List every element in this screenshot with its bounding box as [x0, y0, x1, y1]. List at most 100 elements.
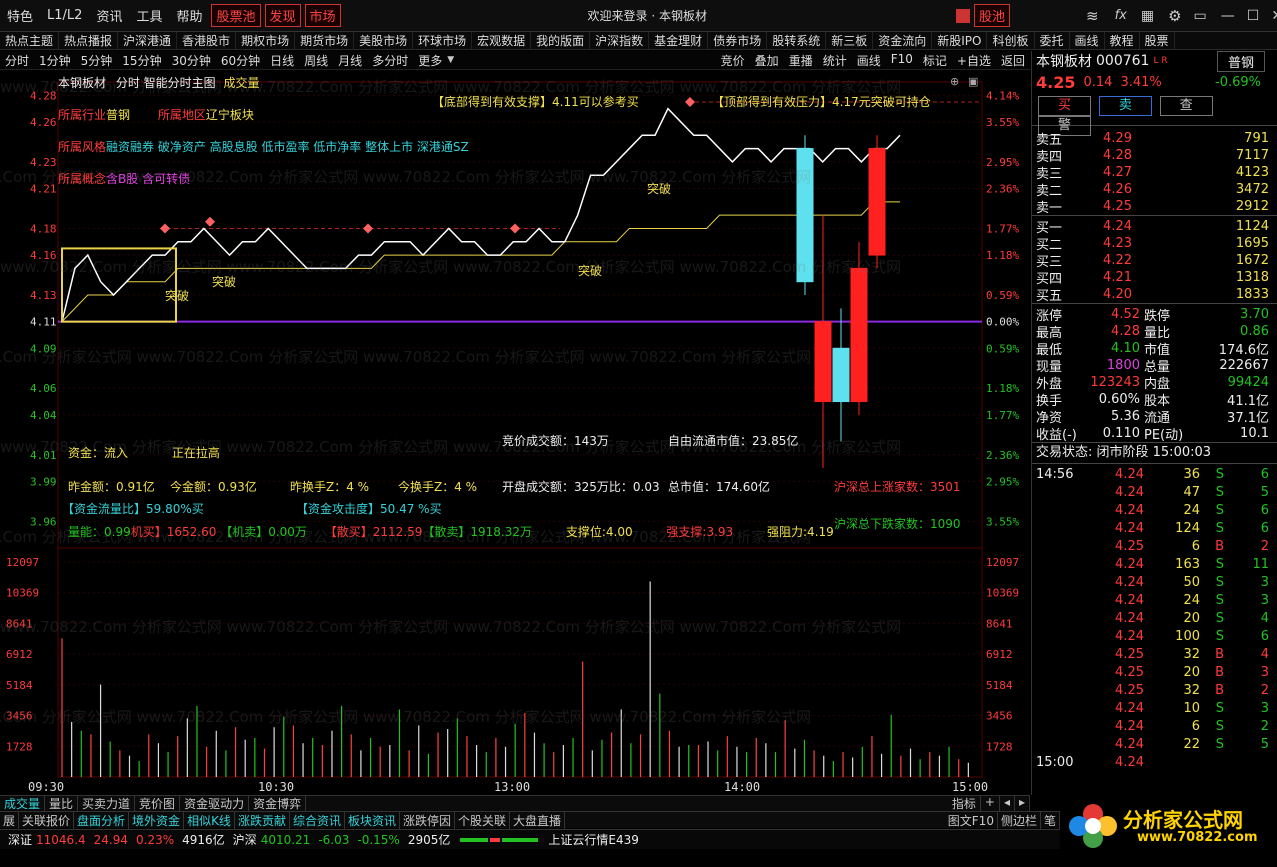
bid-row[interactable]: 买四 4.21 1318 — [1032, 269, 1277, 287]
func-expand[interactable]: 展 — [0, 811, 20, 829]
nav-ipo[interactable]: 新股IPO — [932, 32, 988, 49]
func-similar-k[interactable]: 相似K线 — [184, 811, 235, 829]
tick-list[interactable]: 14:56 4.24 36 S 6 4.24 47 S 5 4.24 24 S 6 4.24 124 S 6 4.… — [1032, 464, 1277, 771]
sell-button[interactable]: 卖 — [1098, 96, 1152, 116]
stock-pool-right-button[interactable]: 股池 — [973, 4, 1010, 27]
period-60min[interactable]: 60分钟 — [216, 52, 265, 69]
nav-neeq[interactable]: 股转系统 — [767, 32, 827, 49]
tab-auction-chart[interactable]: 竞价图 — [135, 795, 181, 812]
nav-hot-topics[interactable]: 热点主题 — [0, 32, 60, 49]
nav-fund-flow[interactable]: 资金流向 — [873, 32, 933, 49]
fx-icon[interactable]: fx — [1115, 8, 1127, 23]
auction-button[interactable]: 竞价 — [716, 52, 750, 69]
nav-drawing[interactable]: 画线 — [1070, 32, 1105, 49]
ask-row[interactable]: 卖五 4.29 791 — [1032, 130, 1277, 148]
func-pen[interactable]: 笔 — [1041, 811, 1060, 829]
f10-button[interactable]: F10 — [886, 52, 918, 69]
tab-volume[interactable]: 成交量 — [0, 795, 46, 812]
market-button[interactable]: 市场 — [304, 4, 341, 27]
func-live[interactable]: 大盘直播 — [510, 811, 566, 829]
nav-tutorial[interactable]: 教程 — [1105, 32, 1140, 49]
func-related-quotes[interactable]: 关联报价 — [19, 811, 75, 829]
scroll-left-icon[interactable]: ◂ — [1000, 795, 1015, 812]
bid-row[interactable]: 买一 4.24 1124 — [1032, 218, 1277, 236]
maximize-icon[interactable]: ☐ — [1247, 8, 1260, 24]
layers-icon[interactable]: ≋ — [1086, 7, 1099, 25]
menu-item-tools[interactable]: 工具 — [129, 6, 169, 25]
bid-row[interactable]: 买五 4.20 1833 — [1032, 286, 1277, 304]
intraday-chart[interactable]: 4.28 4.14% 4.26 3.55% 4.23 2.95% 4.21 2.36% 4.18… — [0, 70, 1030, 795]
indicator-button[interactable]: 指标 — [948, 795, 981, 812]
nav-connect[interactable]: 沪深港通 — [118, 32, 178, 49]
func-stock-link[interactable]: 个股关联 — [455, 811, 511, 829]
ask-row[interactable]: 卖一 4.25 2912 — [1032, 198, 1277, 216]
chevron-down-icon[interactable]: ▼ — [447, 55, 454, 65]
nav-stocks[interactable]: 股票 — [1140, 32, 1175, 49]
quote-sector[interactable]: 普钢 — [1216, 50, 1265, 72]
collapse-icon[interactable]: ▣ — [968, 75, 978, 88]
tab-fund-drive[interactable]: 资金驱动力 — [180, 795, 250, 812]
draw-button[interactable]: 画线 — [852, 52, 886, 69]
bid-row[interactable]: 买二 4.23 1695 — [1032, 235, 1277, 253]
back-button[interactable]: 返回 — [996, 52, 1030, 69]
bid-row[interactable]: 买三 4.22 1672 — [1032, 252, 1277, 270]
nav-hot-broadcast[interactable]: 热点播报 — [59, 32, 119, 49]
func-f10[interactable]: 图文F10 — [945, 811, 998, 829]
scroll-right-icon[interactable]: ▸ — [1015, 795, 1030, 812]
nav-us[interactable]: 美股市场 — [354, 32, 414, 49]
flag-icon[interactable] — [955, 8, 970, 23]
settings-icon[interactable]: ⚙ — [1168, 7, 1181, 25]
grid-icon[interactable]: ▦ — [1141, 8, 1154, 24]
nav-futures[interactable]: 期货市场 — [295, 32, 355, 49]
nav-hk[interactable]: 香港股市 — [177, 32, 237, 49]
mark-button[interactable]: 标记 — [918, 52, 952, 69]
ask-row[interactable]: 卖四 4.28 7117 — [1032, 147, 1277, 165]
period-intraday[interactable]: 分时 — [0, 52, 34, 69]
cloud-quote[interactable]: 上证云行情E439 — [548, 831, 639, 848]
func-limit-reason[interactable]: 涨跌停因 — [400, 811, 455, 829]
sh-label[interactable]: 沪深 — [233, 831, 257, 848]
nav-star[interactable]: 科创板 — [987, 32, 1035, 49]
ask-row[interactable]: 卖二 4.26 3472 — [1032, 181, 1277, 199]
nav-indices[interactable]: 沪深指数 — [590, 32, 650, 49]
nav-my-layout[interactable]: 我的版面 — [531, 32, 591, 49]
tab-buy-sell-force[interactable]: 买卖力道 — [78, 795, 136, 812]
menu-item-features[interactable]: 特色 — [0, 6, 40, 25]
stock-pool-button[interactable]: 股票池 — [211, 4, 261, 27]
minimize-icon[interactable]: — — [1221, 8, 1235, 24]
period-more[interactable]: 更多 — [413, 52, 447, 69]
menu-item-l1l2[interactable]: L1/L2 — [40, 8, 89, 23]
nav-new-third[interactable]: 新三板 — [826, 32, 874, 49]
func-contribution[interactable]: 涨跌贡献 — [235, 811, 290, 829]
zoom-icon[interactable]: ⊕ — [950, 75, 959, 88]
func-board-analysis[interactable]: 盘面分析 — [74, 811, 130, 829]
func-sidebar[interactable]: 侧边栏 — [998, 811, 1041, 829]
nav-orders[interactable]: 委托 — [1035, 32, 1070, 49]
add-watchlist-button[interactable]: +自选 — [952, 52, 996, 69]
nav-funds[interactable]: 基金理财 — [649, 32, 709, 49]
login-notice[interactable]: 欢迎来登录 · 本钢板材 — [581, 7, 714, 24]
nav-macro[interactable]: 宏观数据 — [472, 32, 532, 49]
add-indicator-button[interactable]: + — [981, 795, 1000, 812]
menu-item-news[interactable]: 资讯 — [89, 6, 129, 25]
ask-row[interactable]: 卖三 4.27 4123 — [1032, 164, 1277, 182]
nav-options[interactable]: 期权市场 — [236, 32, 296, 49]
period-1min[interactable]: 1分钟 — [34, 52, 76, 69]
menu-item-help[interactable]: 帮助 — [169, 6, 209, 25]
period-30min[interactable]: 30分钟 — [167, 52, 216, 69]
nav-global[interactable]: 环球市场 — [413, 32, 473, 49]
func-news[interactable]: 综合资讯 — [290, 811, 345, 829]
nav-bonds[interactable]: 债券市场 — [708, 32, 768, 49]
func-foreign-funds[interactable]: 境外资金 — [129, 811, 185, 829]
discover-button[interactable]: 发现 — [264, 4, 301, 27]
period-monthly[interactable]: 月线 — [333, 52, 367, 69]
period-5min[interactable]: 5分钟 — [76, 52, 118, 69]
query-button[interactable]: 查 — [1159, 96, 1213, 116]
period-daily[interactable]: 日线 — [265, 52, 299, 69]
window-icon[interactable]: ▭ — [1194, 8, 1207, 24]
period-15min[interactable]: 15分钟 — [117, 52, 166, 69]
period-weekly[interactable]: 周线 — [299, 52, 333, 69]
buy-button[interactable]: 买 — [1038, 96, 1091, 116]
tab-volume-ratio[interactable]: 量比 — [45, 795, 79, 812]
func-sector-news[interactable]: 板块资讯 — [345, 811, 400, 829]
